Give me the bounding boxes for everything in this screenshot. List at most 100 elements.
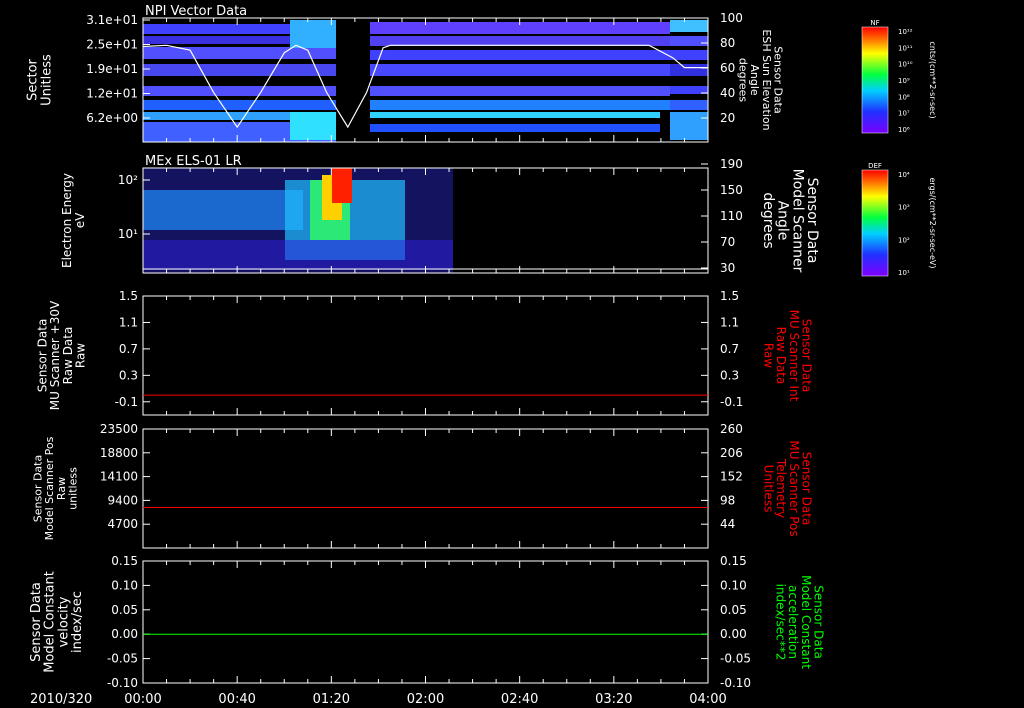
- colorbar1-tick: 10⁸: [898, 93, 910, 101]
- right-y-tick-label: 206: [720, 446, 743, 460]
- y-tick-label: 18800: [100, 446, 138, 460]
- panel1-right-ylabel-line: degrees: [737, 58, 750, 103]
- y-tick-label: -0.10: [107, 676, 138, 690]
- right-y-tick-label: 60: [720, 61, 735, 75]
- right-y-tick-label: 150: [720, 183, 743, 197]
- right-y-tick-label: 98: [720, 493, 735, 507]
- y-tick-label: -0.05: [107, 652, 138, 666]
- panel5-right-ylabel-line: index/sec**2: [774, 584, 788, 661]
- colorbar1-tick: 10⁷: [898, 110, 910, 118]
- colorbar1-unit: cnts/(cm**2-sr-sec): [928, 41, 937, 118]
- panel3-ylabel-line: Raw: [73, 343, 87, 368]
- y-tick-label: 9400: [107, 493, 138, 507]
- x-tick-label: 00:00: [124, 692, 161, 707]
- x-tick-label: 03:20: [595, 692, 632, 707]
- colorbar2-tick: 10²: [898, 236, 910, 244]
- y-tick-label: 10¹: [118, 227, 138, 241]
- panel4-right-ylabel: Sensor DataMU Scanner PosTelemetryUnitle…: [762, 440, 814, 536]
- y-tick-label: -0.1: [115, 395, 138, 409]
- colorbar1-tick: 10¹⁰: [898, 61, 913, 69]
- y-tick-label: 0.05: [111, 603, 138, 617]
- right-y-tick-label: 30: [720, 261, 735, 275]
- y-tick-label: 6.2e+00: [86, 111, 138, 125]
- y-tick-label: 2.5e+01: [86, 38, 138, 52]
- y-tick-label: 0.10: [111, 578, 138, 592]
- panel1-ylabel: SectorUnitless: [26, 54, 55, 106]
- y-tick-label: 1.2e+01: [86, 87, 138, 101]
- panel2-right-ylabel-line: degrees: [760, 192, 776, 248]
- colorbar2-tick: 10⁴: [898, 171, 910, 179]
- panel1-right-ylabel: Sensor DataESH Sun ElevationAngledegrees: [737, 29, 785, 130]
- right-y-tick-label: 1.1: [720, 315, 739, 329]
- y-tick-label: 1.5: [119, 289, 138, 303]
- colorbar2-unit: ergs/(cm**2-sr-sec-eV): [928, 177, 937, 268]
- right-y-tick-label: 152: [720, 470, 743, 484]
- panel1-heatmap: [143, 18, 708, 142]
- x-tick-label: 04:00: [689, 692, 726, 707]
- y-tick-label: 0.3: [119, 368, 138, 382]
- colorbar1: [861, 26, 889, 134]
- right-y-tick-label: 100: [720, 11, 743, 25]
- colorbar2-tick: 10³: [898, 204, 910, 212]
- colorbar1-tick: 10⁹: [898, 77, 910, 85]
- panel5-ylabel: Sensor DataModel Constantvelocityindex/s…: [29, 571, 85, 673]
- panel2-ylabel: Electron EnergyeV: [60, 173, 87, 268]
- panel3-frame: [142, 295, 709, 416]
- x-tick-label: 00:40: [218, 692, 255, 707]
- y-tick-label: 0.7: [119, 342, 138, 356]
- y-tick-label: 3.1e+01: [86, 13, 138, 27]
- right-y-tick-label: 0.10: [720, 578, 747, 592]
- right-y-tick-label: 260: [720, 422, 743, 436]
- panel4-frame: [142, 428, 709, 549]
- panel3-right-ylabel-line: Raw: [762, 343, 776, 368]
- x-tick-label: 02:40: [501, 692, 538, 707]
- panel3-ylabel: Sensor DataMU Scanner +30VRaw DataRaw: [36, 300, 88, 410]
- colorbar1-tick: 10¹¹: [898, 44, 913, 52]
- date-label: 2010/320: [30, 692, 92, 707]
- right-y-tick-label: 0.15: [720, 554, 747, 568]
- panel4-ylabel: Sensor DataModel Scanner PosRawunitless: [32, 436, 80, 540]
- panel2-right-ylabel: Sensor DataModel ScannerAngledegrees: [760, 169, 820, 273]
- y-tick-label: 0.15: [111, 554, 138, 568]
- panel1-ylabel-line: Unitless: [39, 54, 54, 106]
- panel1-title: NPI Vector Data: [145, 4, 247, 19]
- right-y-tick-label: 1.5: [720, 289, 739, 303]
- right-y-tick-label: 190: [720, 157, 743, 171]
- y-tick-label: 10²: [118, 173, 138, 187]
- y-tick-label: 23500: [100, 422, 138, 436]
- colorbar1-tick: 10¹²: [898, 28, 913, 36]
- right-y-tick-label: 0.7: [720, 342, 739, 356]
- colorbar1-label: NF: [870, 19, 879, 27]
- right-y-tick-label: -0.1: [720, 395, 743, 409]
- right-y-tick-label: -0.05: [720, 652, 751, 666]
- right-y-tick-label: 0.05: [720, 603, 747, 617]
- panel2-right-ylabel-line: Angle: [775, 201, 791, 241]
- right-y-tick-label: 40: [720, 86, 735, 100]
- plot-canvas: 3.1e+01 2.5e+01 1.9e+01 1.2e+01 6.2e+00 100 80…: [26, 4, 937, 707]
- right-y-tick-label: 0.00: [720, 627, 747, 641]
- panel3-right-ylabel: Sensor DataMU Scanner IntRaw DataRaw: [762, 310, 814, 402]
- y-tick-label: 14100: [100, 470, 138, 484]
- right-y-tick-label: -0.10: [720, 676, 751, 690]
- right-y-tick-label: 70: [720, 235, 735, 249]
- x-tick-label: 02:00: [407, 692, 444, 707]
- right-y-tick-label: 20: [720, 111, 735, 125]
- colorbar1-tick: 10⁶: [898, 126, 910, 134]
- y-tick-label: 4700: [107, 517, 138, 531]
- panel5-ylabel-line: index/sec: [70, 591, 85, 653]
- y-tick-label: 1.1: [119, 315, 138, 329]
- panel2-ylabel-line: eV: [73, 212, 87, 228]
- right-y-tick-label: 0.3: [720, 368, 739, 382]
- panel2-right-ylabel-line: Model Scanner: [789, 169, 805, 273]
- colorbar2: [861, 169, 889, 277]
- panel2-right-ylabel-line: Sensor Data: [804, 178, 820, 264]
- panel5-right-ylabel: Sensor DataModel Constantaccelerationind…: [774, 575, 826, 669]
- right-y-tick-label: 44: [720, 517, 735, 531]
- panel5-frame: [142, 560, 709, 684]
- panel2-title: MEx ELS-01 LR: [145, 154, 242, 169]
- y-tick-label: 1.9e+01: [86, 62, 138, 76]
- y-tick-label: 0.00: [111, 627, 138, 641]
- colorbar2-label: DEF: [868, 162, 882, 170]
- right-y-tick-label: 110: [720, 209, 743, 223]
- colorbar2-tick: 10¹: [898, 269, 910, 277]
